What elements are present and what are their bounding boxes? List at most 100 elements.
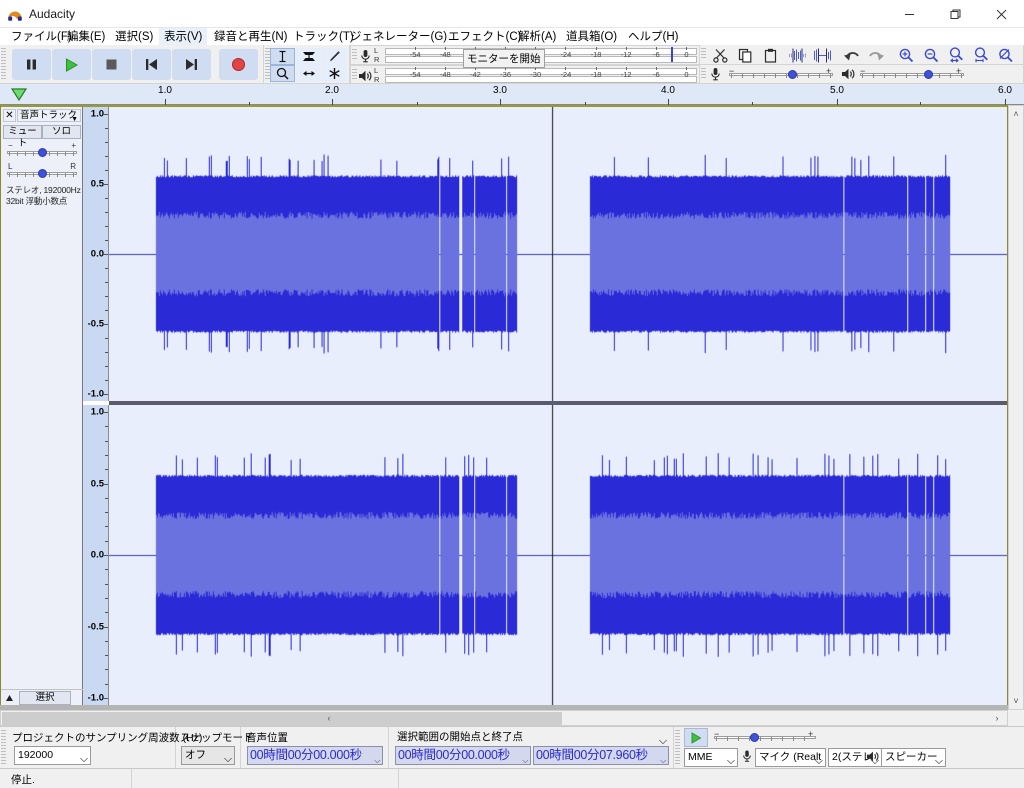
vruler-tick-minor <box>105 598 108 599</box>
fit-selection-button[interactable] <box>944 46 969 64</box>
copy-icon <box>738 48 752 63</box>
timeline-ruler[interactable]: 1.0 2.0 3.0 4.0 5.0 6.0 <box>0 84 1024 105</box>
scroll-left-arrow[interactable]: ‹ <box>321 711 337 725</box>
pause-button[interactable] <box>12 49 51 80</box>
collapse-track-button[interactable] <box>5 693 14 705</box>
vruler-tick-minor <box>105 526 108 527</box>
play-at-speed-button[interactable] <box>684 728 708 747</box>
waveform-channel-2[interactable] <box>109 405 1007 705</box>
snap-mode-section: スナップモード オフ ⌵ <box>176 727 254 769</box>
track-area: ✕ 音声トラック ▼ ミュート ソロ − + L R ステレオ, 192000H… <box>0 105 1008 710</box>
scroll-right-arrow[interactable]: › <box>989 711 1005 725</box>
selection-tool[interactable] <box>270 48 295 65</box>
toolbar-grip[interactable] <box>701 48 706 60</box>
record-button[interactable] <box>219 49 258 80</box>
audio-position-field[interactable]: 00時間00分00.000秒 ⌵ <box>247 746 383 765</box>
horizontal-scrollbar[interactable]: ‹ › <box>0 710 1008 726</box>
scroll-down-arrow[interactable]: ˅ <box>1009 693 1023 709</box>
playback-speed-thumb[interactable] <box>750 733 759 742</box>
toolbar-grip[interactable] <box>675 730 680 765</box>
toolbar-grip[interactable] <box>1 48 6 79</box>
recording-device-combo[interactable]: マイク (Realt ⌵ <box>755 748 826 767</box>
silence-audio-button[interactable] <box>810 46 835 64</box>
start-monitoring-tooltip: モニターを開始 <box>463 49 545 68</box>
vertical-scrollbar[interactable]: ˄ ˅ <box>1008 105 1024 710</box>
window-title: Audacity <box>29 7 76 21</box>
ruler-label: 1.0 <box>158 85 172 96</box>
redo-arrow-icon <box>869 51 884 60</box>
maximize-button[interactable] <box>932 0 978 28</box>
paste-button[interactable] <box>758 46 783 64</box>
skip-to-start-button[interactable] <box>132 49 171 80</box>
horizontal-scroll-thumb[interactable] <box>2 712 562 725</box>
waveform-channel-1[interactable] <box>109 107 1007 401</box>
toolbar-grip[interactable] <box>701 68 706 79</box>
scroll-up-arrow[interactable]: ˄ <box>1009 106 1023 122</box>
fit-project-button[interactable] <box>969 46 994 64</box>
menu-item-6[interactable]: ジェネレーター(G) <box>345 28 452 45</box>
draw-tool[interactable] <box>322 48 347 65</box>
recording-meter-toolbar[interactable]: L R -54-48-42-36-30-24-18-12-60 モニターを開始 <box>350 45 700 68</box>
copy-button[interactable] <box>733 46 758 64</box>
selection-start-field[interactable]: 00時間00分00.000秒 ⌵ <box>395 746 531 765</box>
project-rate-combo[interactable]: 192000 ⌵ <box>14 746 91 765</box>
pencil-icon <box>330 51 340 62</box>
zoom-out-button[interactable] <box>919 46 944 64</box>
vruler-tick-minor <box>105 240 108 241</box>
redo-button[interactable] <box>864 46 889 64</box>
close-button[interactable] <box>978 0 1024 28</box>
vruler-tick-minor <box>105 584 108 585</box>
trim-audio-button[interactable] <box>785 46 810 64</box>
zoom-toggle-button[interactable] <box>994 46 1019 64</box>
toolbar-grip[interactable] <box>1 730 6 765</box>
playback-device-combo[interactable]: スピーカー (F ⌵ <box>881 748 946 779</box>
envelope-tool[interactable] <box>296 48 321 65</box>
audio-host-combo[interactable]: MME ⌵ <box>684 748 738 767</box>
undo-button[interactable] <box>839 46 864 64</box>
menu-item-10[interactable]: ヘルプ(H) <box>623 28 683 45</box>
menu-item-9[interactable]: 道具箱(O) <box>561 28 622 45</box>
pinned-play-head-icon[interactable] <box>8 86 30 103</box>
chevron-down-icon: ⌵ <box>935 755 943 767</box>
pan-slider-thumb[interactable] <box>38 169 47 178</box>
record-icon <box>232 58 245 71</box>
track-name-dropdown[interactable]: 音声トラック ▼ <box>17 109 81 122</box>
snap-mode-combo[interactable]: オフ ⌵ <box>181 746 235 765</box>
chevron-down-icon: ⌵ <box>224 753 232 765</box>
menu-item-2[interactable]: 選択(S) <box>110 28 158 45</box>
zoom-tool[interactable] <box>270 65 295 82</box>
waveform-canvas <box>109 405 1007 705</box>
menu-item-1[interactable]: 編集(E) <box>62 28 110 45</box>
meter-channel-labels: L R <box>374 46 380 64</box>
track-format-info: ステレオ, 192000Hz 32bit 浮動小数点 <box>6 185 81 206</box>
zoom-in-button[interactable] <box>894 46 919 64</box>
close-track-button[interactable]: ✕ <box>3 109 16 122</box>
recording-volume-thumb[interactable] <box>788 70 797 79</box>
speaker-icon <box>357 68 373 84</box>
zoom-project-icon <box>974 47 988 63</box>
play-button[interactable] <box>52 49 91 80</box>
timeshift-tool[interactable] <box>296 65 321 82</box>
select-track-button[interactable]: 選択 <box>19 691 71 705</box>
multi-tool[interactable] <box>322 65 347 82</box>
track-name-label: 音声トラック <box>20 110 78 121</box>
mute-button[interactable]: ミュート <box>3 125 42 149</box>
selection-end-field[interactable]: 00時間00分07.960秒 ⌵ <box>533 746 669 765</box>
play-icon <box>691 731 702 744</box>
cut-button[interactable] <box>708 46 733 64</box>
stop-button[interactable] <box>92 49 131 80</box>
silence-inside-icon <box>814 48 831 62</box>
solo-button[interactable]: ソロ <box>42 125 81 139</box>
audio-position-label: 音声位置 <box>246 732 288 744</box>
skip-to-end-button[interactable] <box>172 49 211 80</box>
gain-slider[interactable]: − + <box>7 141 77 159</box>
gain-slider-thumb[interactable] <box>38 148 47 157</box>
zoom-out-icon <box>924 48 939 62</box>
minimize-button[interactable] <box>886 0 932 28</box>
playback-volume-thumb[interactable] <box>924 70 933 79</box>
pan-slider[interactable]: L R <box>7 162 77 180</box>
menu-item-8[interactable]: 解析(A) <box>513 28 561 45</box>
chevron-down-icon: ▼ <box>71 116 78 122</box>
menu-item-4[interactable]: 録音と再生(N) <box>209 28 292 45</box>
menu-item-3[interactable]: 表示(V) <box>159 28 208 45</box>
